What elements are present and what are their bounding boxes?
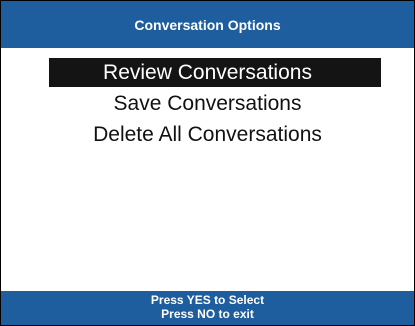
select-instruction: Press YES to Select <box>150 293 265 307</box>
conversation-options-screen: Conversation Options Review Conversation… <box>0 0 415 326</box>
options-menu: Review Conversations Save Conversations … <box>1 57 414 150</box>
instruction-bar: Press YES to Select Press NO to exit <box>1 291 414 325</box>
exit-instruction: Press NO to exit <box>161 307 254 321</box>
menu-item-label: Delete All Conversations <box>93 123 322 146</box>
menu-item-review-conversations[interactable]: Review Conversations <box>1 57 414 88</box>
menu-item-label: Save Conversations <box>113 92 302 115</box>
menu-item-label: Review Conversations <box>103 61 312 84</box>
menu-item-save-conversations[interactable]: Save Conversations <box>1 88 414 119</box>
page-title: Conversation Options <box>134 16 281 33</box>
title-bar: Conversation Options <box>1 1 414 48</box>
menu-item-delete-all-conversations[interactable]: Delete All Conversations <box>1 119 414 150</box>
